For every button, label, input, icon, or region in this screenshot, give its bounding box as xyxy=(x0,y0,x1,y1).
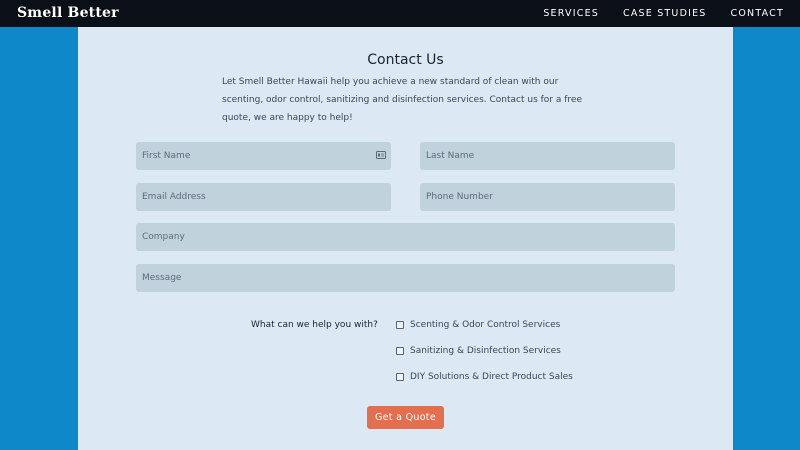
phone-placeholder: Phone Number xyxy=(426,192,493,202)
top-navbar: Smell Better SERVICES CASE STUDIES CONTA… xyxy=(0,0,800,27)
email-field[interactable]: Email Address xyxy=(136,183,391,211)
scenting-label: Scenting & Odor Control Services xyxy=(410,320,561,330)
sanitizing-label: Sanitizing & Disinfection Services xyxy=(410,346,561,356)
sanitizing-checkbox[interactable] xyxy=(396,347,404,355)
first-name-placeholder: First Name xyxy=(142,151,191,161)
option-scenting[interactable]: Scenting & Odor Control Services xyxy=(396,320,560,330)
phone-field[interactable]: Phone Number xyxy=(420,183,675,211)
first-name-field[interactable]: First Name xyxy=(136,142,391,170)
option-diy[interactable]: DIY Solutions & Direct Product Sales xyxy=(396,372,573,382)
diy-label: DIY Solutions & Direct Product Sales xyxy=(410,372,573,382)
nav-link-case-studies[interactable]: CASE STUDIES xyxy=(623,8,707,19)
nav-link-contact[interactable]: CONTACT xyxy=(731,8,784,19)
brand-logo[interactable]: Smell Better xyxy=(17,5,119,21)
message-field[interactable]: Message xyxy=(136,264,675,292)
diy-checkbox[interactable] xyxy=(396,373,404,381)
get-a-quote-button[interactable]: Get a Quote xyxy=(367,406,444,429)
company-field[interactable]: Company xyxy=(136,223,675,251)
scenting-checkbox[interactable] xyxy=(396,321,404,329)
option-sanitizing[interactable]: Sanitizing & Disinfection Services xyxy=(396,346,561,356)
last-name-placeholder: Last Name xyxy=(426,151,475,161)
nav-link-services[interactable]: SERVICES xyxy=(543,8,599,19)
contact-panel: Contact Us Let Smell Better Hawaii help … xyxy=(78,27,733,450)
last-name-field[interactable]: Last Name xyxy=(420,142,675,170)
intro-text: Let Smell Better Hawaii help you achieve… xyxy=(222,77,582,123)
email-placeholder: Email Address xyxy=(142,192,206,202)
nav-links: SERVICES CASE STUDIES CONTACT xyxy=(543,8,784,19)
page-title: Contact Us xyxy=(367,52,444,68)
message-placeholder: Message xyxy=(142,273,182,283)
help-question-label: What can we help you with? xyxy=(251,320,378,330)
company-placeholder: Company xyxy=(142,232,185,242)
contact-card-icon[interactable] xyxy=(376,151,386,159)
